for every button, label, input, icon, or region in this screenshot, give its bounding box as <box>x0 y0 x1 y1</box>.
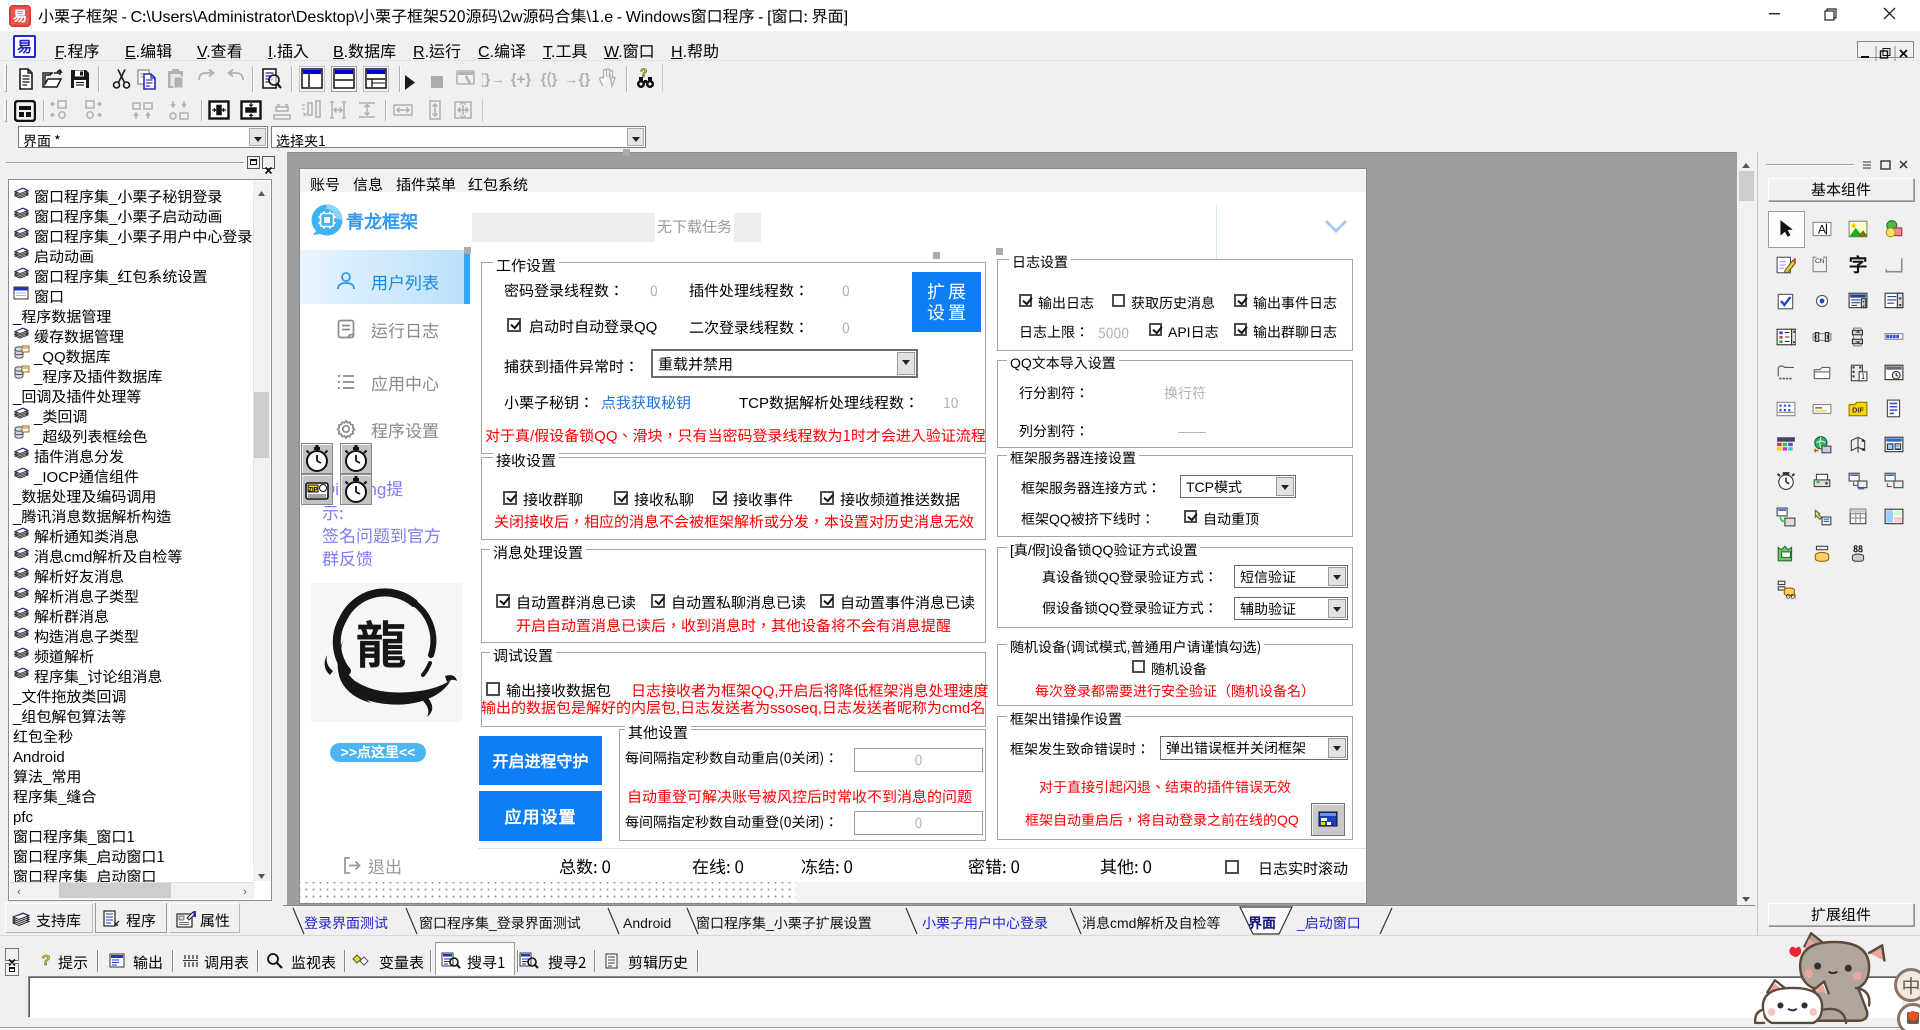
svg-text:A: A <box>1818 219 1827 237</box>
svg-text:1: 1 <box>1861 371 1865 382</box>
svg-text:字: 字 <box>1849 255 1868 275</box>
svg-text:{(}: {(} <box>541 68 558 89</box>
svg-text:易: 易 <box>13 6 27 26</box>
svg-text:?: ? <box>41 951 50 969</box>
svg-text:易: 易 <box>17 36 32 57</box>
svg-text:CN: CN <box>1815 255 1825 265</box>
svg-text:→{}: →{} <box>567 68 590 89</box>
svg-text:88: 88 <box>1853 543 1863 555</box>
svg-text:{}→: {}→ <box>482 68 505 89</box>
svg-text:ZIP: ZIP <box>308 485 317 494</box>
svg-text:ODBC: ODBC <box>1786 591 1796 599</box>
svg-text:DIF: DIF <box>1852 405 1864 415</box>
svg-text:龍: 龍 <box>356 606 406 678</box>
svg-text:{+}: {+} <box>511 68 531 89</box>
